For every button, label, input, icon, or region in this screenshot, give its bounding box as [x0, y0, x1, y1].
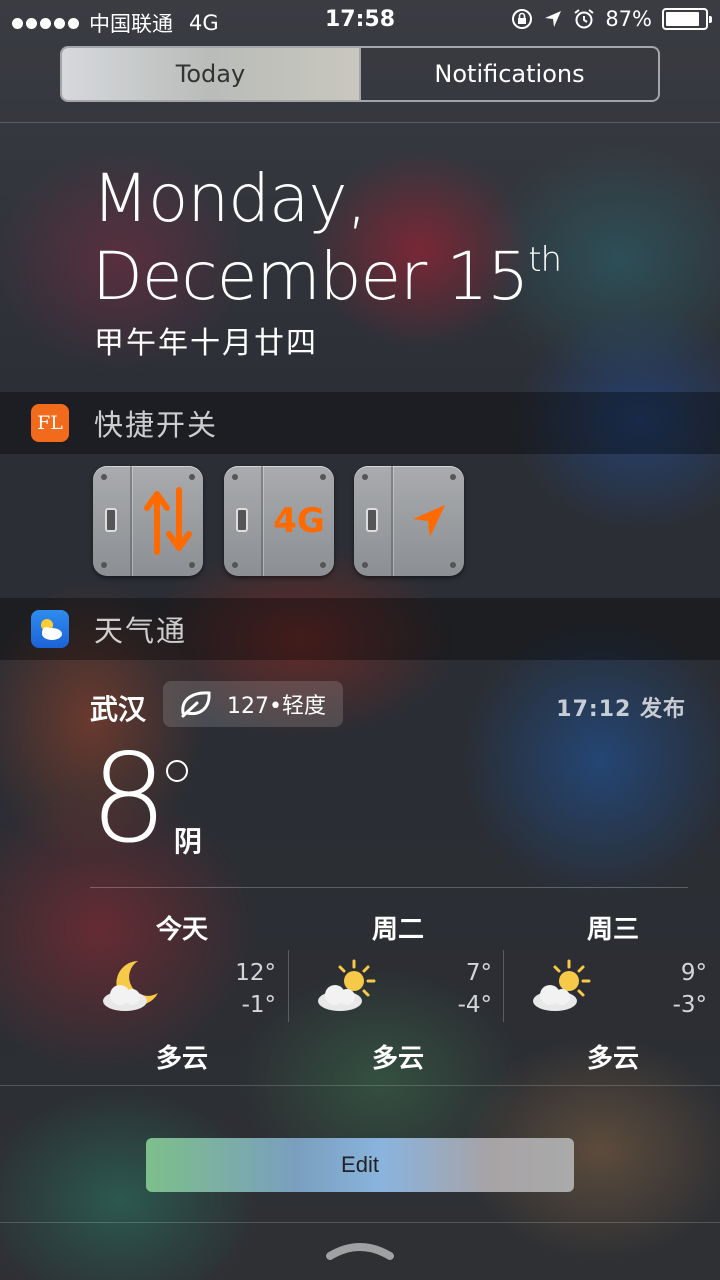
widget-divider — [0, 1085, 720, 1086]
weather-widget-header[interactable]: 天气通 — [0, 598, 720, 660]
grabber-handle-icon[interactable] — [325, 1238, 395, 1260]
quick-switch-title: 快捷开关 — [94, 408, 219, 442]
battery-percent: 87% — [605, 7, 652, 31]
cloud-moon-icon — [103, 961, 158, 1011]
month-day: December 15 — [92, 238, 529, 315]
forecast-high: 12° — [235, 960, 276, 986]
status-bar: 中国联通 4G 17:58 87% — [0, 0, 720, 40]
weather-widget-title: 天气通 — [94, 614, 188, 648]
forecast-day: 周三 9° -3° 多云 — [521, 905, 720, 1074]
fl-app-icon: FL — [31, 404, 69, 442]
battery-level — [666, 12, 700, 26]
cloud-sun-icon — [533, 959, 591, 1011]
forecast-high: 9° — [680, 960, 707, 986]
forecast-separator — [288, 950, 289, 1022]
forecast-day: 今天 12° -1° 多云 — [90, 905, 306, 1074]
location-switch[interactable] — [354, 466, 464, 576]
current-condition: 阴 — [174, 825, 203, 858]
forecast-high: 7° — [465, 960, 492, 986]
forecast-desc: 多云 — [586, 1044, 639, 1074]
aqi-badge[interactable]: 127•轻度 — [163, 681, 343, 727]
forecast-desc: 多云 — [155, 1044, 208, 1074]
location-arrow-icon — [413, 505, 445, 537]
lunar-date: 甲午年十月廿四 — [94, 326, 318, 361]
alarm-icon — [574, 9, 594, 29]
bottom-divider — [0, 1222, 720, 1223]
cloud-sun-icon — [318, 959, 376, 1011]
quick-switch-widget-header[interactable]: FL 快捷开关 — [0, 392, 720, 454]
weekday: Monday, — [92, 160, 368, 237]
4g-switch[interactable]: 4G — [224, 466, 334, 576]
status-right: 87% — [511, 7, 712, 31]
toggle-knob — [105, 508, 117, 532]
leaf-icon — [181, 691, 211, 718]
toggle-knob — [366, 508, 378, 532]
forecast-separator — [503, 950, 504, 1022]
degree-icon — [166, 760, 188, 782]
forecast-low: -4° — [457, 992, 492, 1018]
4g-label: 4G — [273, 501, 325, 541]
rotation-lock-icon — [512, 9, 533, 29]
header-divider — [0, 122, 720, 123]
battery-icon — [662, 8, 712, 30]
view-switcher: Today Notifications — [60, 46, 660, 102]
weather-app-glyph-icon — [41, 619, 62, 640]
up-down-arrows-icon — [144, 487, 192, 555]
date-full: December 15th — [92, 238, 562, 315]
toggle-knob — [236, 508, 248, 532]
forecast-desc: 多云 — [371, 1044, 424, 1074]
forecast-day-label: 周三 — [586, 915, 639, 945]
tab-notifications[interactable]: Notifications — [359, 48, 658, 100]
aqi-value: 127•轻度 — [227, 694, 326, 719]
cellular-data-switch[interactable] — [93, 466, 203, 576]
location-arrow-status-icon — [545, 11, 562, 27]
date-ordinal: th — [528, 240, 562, 280]
forecast-day: 周二 7° -4° 多云 — [306, 905, 522, 1074]
forecast-day-label: 周二 — [371, 915, 424, 945]
city-name: 武汉 — [90, 693, 147, 726]
tab-today[interactable]: Today — [62, 48, 359, 100]
forecast-low: -3° — [672, 992, 707, 1018]
edit-button[interactable]: Edit — [146, 1138, 574, 1192]
current-temperature: 8 — [90, 728, 168, 870]
forecast-day-label: 今天 — [155, 915, 208, 945]
weather-divider — [90, 887, 688, 888]
weather-app-icon — [31, 610, 69, 648]
publish-time: 17:12 发布 — [556, 697, 686, 722]
forecast-low: -1° — [241, 992, 276, 1018]
